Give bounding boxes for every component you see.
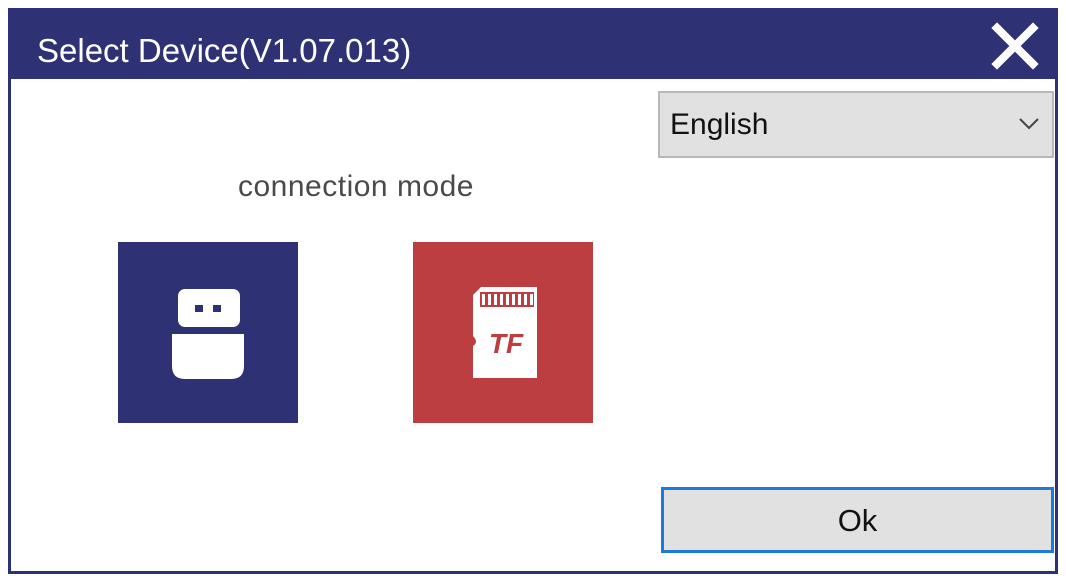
language-selected-value: English <box>670 108 769 141</box>
ok-button-label: Ok <box>837 503 878 538</box>
ok-button[interactable]: Ok <box>661 487 1054 553</box>
close-icon <box>991 22 1039 70</box>
tf-card-icon: TF <box>473 287 537 378</box>
select-device-dialog: Select Device(V1.07.013) English connect… <box>8 8 1058 574</box>
close-button[interactable] <box>989 20 1041 72</box>
tf-card-mode-button[interactable]: TF <box>413 242 593 423</box>
language-select[interactable]: English <box>658 91 1054 158</box>
window-title: Select Device(V1.07.013) <box>37 32 412 69</box>
usb-icon <box>172 289 244 379</box>
tf-card-label: TF <box>489 328 524 359</box>
chevron-down-icon <box>1019 118 1039 130</box>
usb-mode-button[interactable] <box>118 242 298 423</box>
title-bar: Select Device(V1.07.013) <box>11 11 1055 79</box>
connection-mode-label: connection mode <box>238 170 474 203</box>
